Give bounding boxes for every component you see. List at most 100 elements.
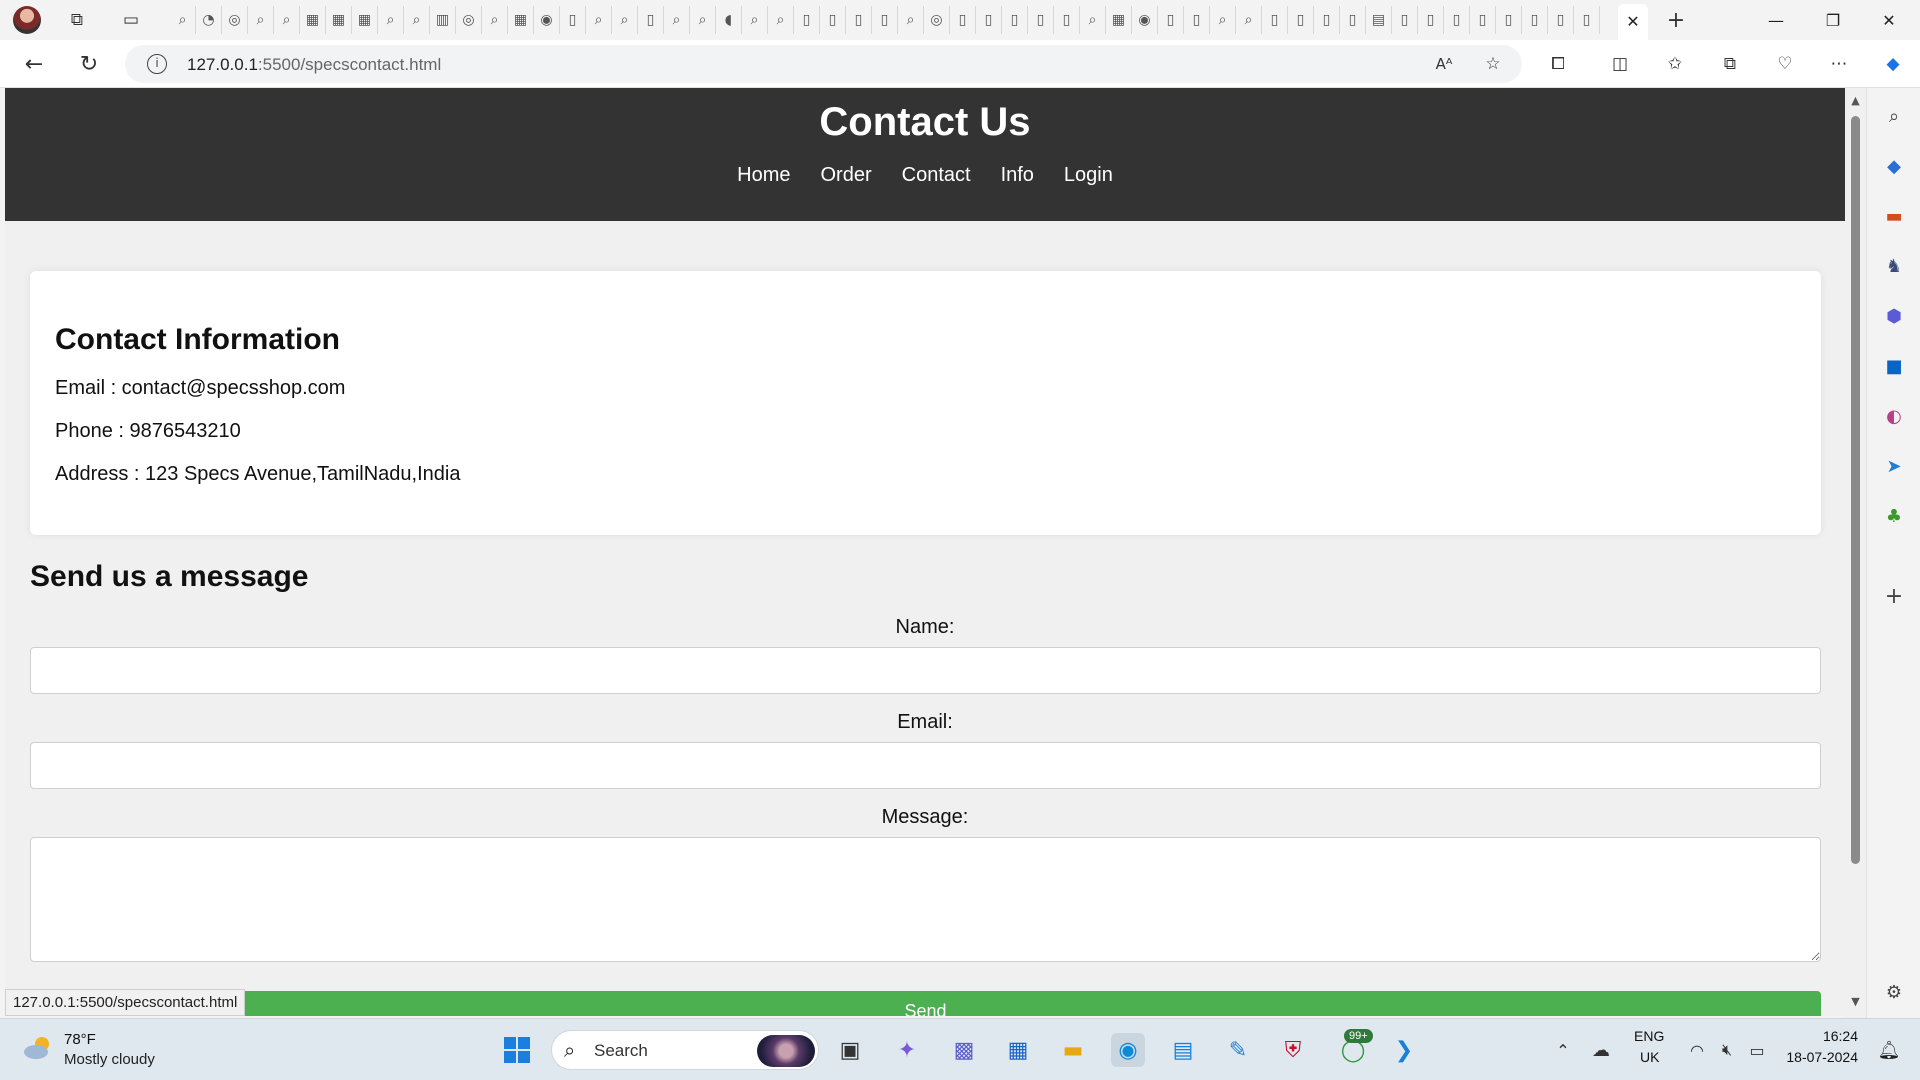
sidebar-tree-icon[interactable]: ♣ (1880, 502, 1908, 530)
scroll-down-icon[interactable]: ▼ (1849, 995, 1862, 1008)
browser-tab-icon[interactable]: ⌕ (768, 6, 794, 34)
minimize-button[interactable]: — (1753, 6, 1799, 34)
message-field[interactable] (30, 837, 1821, 962)
browser-tab-icon[interactable]: ▯ (1392, 6, 1418, 34)
browser-tab-icon[interactable]: ▯ (1418, 6, 1444, 34)
onedrive-icon[interactable]: ☁ (1584, 1033, 1618, 1067)
site-info-icon[interactable]: i (147, 54, 167, 74)
more-menu-icon[interactable]: ⋯ (1825, 50, 1853, 78)
extensions-icon[interactable]: ⧠ (1544, 50, 1572, 78)
browser-tab-icon[interactable]: ▯ (976, 6, 1002, 34)
browser-tab-icon[interactable]: ▯ (1314, 6, 1340, 34)
taskbar-search[interactable]: ⌕ Search (551, 1030, 819, 1070)
active-tab[interactable]: ✕ (1618, 4, 1648, 40)
favorite-star-icon[interactable]: ☆ (1479, 50, 1507, 78)
browser-tab-icon[interactable]: ▯ (1444, 6, 1470, 34)
browser-tab-icon[interactable]: ◉ (1132, 6, 1158, 34)
nav-order[interactable]: Order (821, 164, 872, 187)
browser-tab-icon[interactable]: ◔ (196, 6, 222, 34)
refresh-icon[interactable]: ↻ (75, 50, 103, 78)
browser-tab-icon[interactable]: ▯ (820, 6, 846, 34)
weather-description[interactable]: Mostly cloudy (64, 1051, 155, 1068)
browser-tab-icon[interactable]: ▯ (560, 6, 586, 34)
browser-tab-icon[interactable]: ⌕ (612, 6, 638, 34)
browser-tab-icon[interactable]: ⌕ (274, 6, 300, 34)
edge-icon[interactable]: ◉ (1111, 1033, 1145, 1067)
sidebar-search-icon[interactable]: ⌕ (1880, 102, 1908, 130)
close-window-button[interactable]: ✕ (1866, 6, 1912, 34)
task-view-icon[interactable]: ▣ (833, 1033, 867, 1067)
browser-tab-icon[interactable]: ◎ (924, 6, 950, 34)
browser-tab-icon[interactable]: ◖ (716, 6, 742, 34)
sidebar-tools-icon[interactable]: ▬ (1880, 202, 1908, 230)
show-hidden-icons-chevron-icon[interactable]: ⌃ (1546, 1033, 1580, 1067)
browser-tab-icon[interactable]: ▯ (846, 6, 872, 34)
browser-tab-icon[interactable]: ▯ (1158, 6, 1184, 34)
browser-tab-icon[interactable]: ⌕ (378, 6, 404, 34)
browser-essentials-icon[interactable]: ♡ (1771, 50, 1799, 78)
split-screen-icon[interactable]: ◫ (1606, 50, 1634, 78)
volume-muted-icon[interactable]: 🔇︎ (1710, 1033, 1744, 1067)
clock-time[interactable]: 16:24 (1788, 1028, 1858, 1044)
browser-tab-icon[interactable]: ◎ (456, 6, 482, 34)
read-aloud-icon[interactable]: Aᴬ (1430, 50, 1458, 78)
browser-tab-icon[interactable]: ▦ (1106, 6, 1132, 34)
browser-tab-icon[interactable]: ▯ (1522, 6, 1548, 34)
browser-tab-icon[interactable]: ▯ (1496, 6, 1522, 34)
browser-tab-icon[interactable]: ⌕ (898, 6, 924, 34)
browser-tab-icon[interactable]: ⌕ (482, 6, 508, 34)
browser-tab-icon[interactable]: ⌕ (742, 6, 768, 34)
nav-info[interactable]: Info (1001, 164, 1034, 187)
browser-tab-icon[interactable]: ⌕ (690, 6, 716, 34)
browser-tab-icon[interactable]: ⌕ (404, 6, 430, 34)
vertical-tabs-icon[interactable]: ▭ (117, 6, 145, 34)
browser-tab-icon[interactable]: ▯ (638, 6, 664, 34)
scroll-up-icon[interactable]: ▲ (1849, 94, 1862, 107)
browser-tab-icon[interactable]: ⌕ (586, 6, 612, 34)
browser-tab-icon[interactable]: ▥ (430, 6, 456, 34)
page-scrollbar[interactable]: ▲ ▼ (1845, 88, 1866, 1018)
browser-tab-icon[interactable]: ▯ (1262, 6, 1288, 34)
browser-tab-icon[interactable]: ▦ (352, 6, 378, 34)
browser-tab-icon[interactable]: ⌕ (248, 6, 274, 34)
browser-tab-icon[interactable]: ◎ (222, 6, 248, 34)
browser-tab-icon[interactable]: ▯ (1288, 6, 1314, 34)
browser-tab-icon[interactable]: ▯ (794, 6, 820, 34)
browser-tab-icon[interactable]: ⌕ (664, 6, 690, 34)
wifi-icon[interactable]: ◠ (1680, 1033, 1714, 1067)
sidebar-settings-icon[interactable]: ⚙ (1880, 978, 1908, 1006)
browser-tab-icon[interactable]: ⌕ (1210, 6, 1236, 34)
browser-tab-icon[interactable]: ▯ (1002, 6, 1028, 34)
browser-tab-icon[interactable]: ⌕ (1080, 6, 1106, 34)
browser-tab-icon[interactable]: ▦ (326, 6, 352, 34)
sidebar-shopping-icon[interactable]: ◆ (1880, 152, 1908, 180)
sidebar-send-icon[interactable]: ➤ (1880, 452, 1908, 480)
browser-tab-icon[interactable]: ⌕ (1236, 6, 1262, 34)
browser-tab-icon[interactable]: ▤ (1366, 6, 1392, 34)
browser-tab-icon[interactable]: ▯ (1340, 6, 1366, 34)
browser-tab-icon[interactable]: ⌕ (170, 6, 196, 34)
nav-contact[interactable]: Contact (902, 164, 971, 187)
browser-tab-icon[interactable]: ▦ (508, 6, 534, 34)
weather-temperature[interactable]: 78°F (64, 1031, 96, 1048)
address-bar[interactable]: i 127.0.0.1:5500/specscontact.html Aᴬ ☆ (125, 45, 1522, 83)
favorites-icon[interactable]: ✩ (1661, 50, 1689, 78)
nav-home[interactable]: Home (737, 164, 790, 187)
file-explorer-icon[interactable]: ▬ (1056, 1033, 1090, 1067)
browser-tab-icon[interactable]: ▯ (872, 6, 898, 34)
browser-tab-icon[interactable]: ▯ (1470, 6, 1496, 34)
notification-bell-icon[interactable]: 🔔︎ (1872, 1033, 1906, 1067)
language-indicator[interactable]: ENG (1634, 1028, 1664, 1044)
collections-icon[interactable]: ⧉ (1716, 50, 1744, 78)
back-icon[interactable]: ← (20, 50, 48, 78)
store-icon[interactable]: ▦ (1001, 1033, 1035, 1067)
email-field[interactable] (30, 742, 1821, 789)
copilot-icon[interactable]: ◆ (1879, 50, 1907, 78)
helper-app-icon[interactable]: ✎ (1221, 1033, 1255, 1067)
sidebar-add-icon[interactable]: + (1880, 582, 1908, 610)
browser-tab-icon[interactable]: ▯ (950, 6, 976, 34)
browser-tab-icon[interactable]: ▯ (1574, 6, 1600, 34)
close-tab-icon[interactable]: ✕ (1626, 12, 1639, 32)
sidebar-microsoft365-icon[interactable]: ⬢ (1880, 302, 1908, 330)
mcafee-icon[interactable]: ⛨ (1276, 1033, 1310, 1067)
